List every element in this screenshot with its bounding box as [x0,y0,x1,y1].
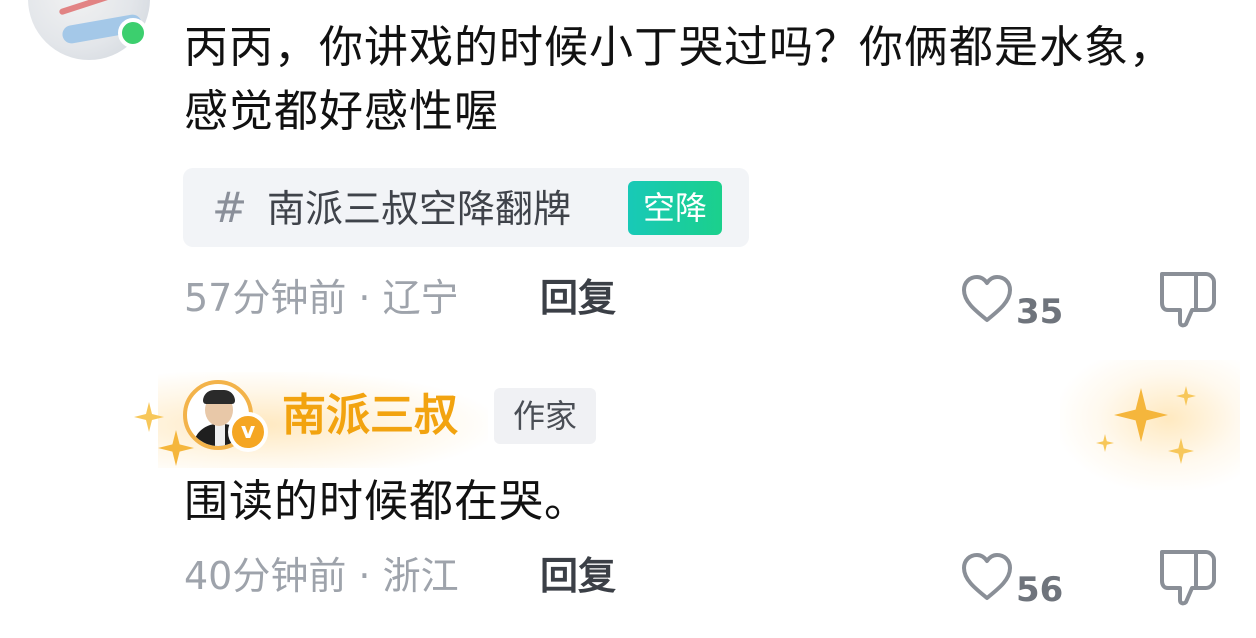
comment-text: 围读的时候都在哭。 [184,476,589,527]
sparkle-icon [1114,388,1168,442]
reply-button[interactable]: 回复 [540,549,616,603]
topic-label: 南派三叔空降翻牌 [267,187,572,231]
verified-badge-icon: v [228,412,268,452]
sparkle-icon [1176,386,1196,406]
like-count: 56 [1016,570,1064,610]
hashtag-icon: # [212,183,248,232]
online-status-dot [118,18,148,48]
heart-outline-icon[interactable] [958,550,1016,602]
sparkle-icon [134,402,164,432]
topic-badge: 空降 [628,181,722,235]
author-tag-badge: 作家 [494,388,596,444]
comment-time-location: 57分钟前 · 辽宁 [184,276,459,320]
comment-time-location: 40分钟前 · 浙江 [184,554,459,598]
reply-button[interactable]: 回复 [540,271,616,325]
heart-outline-icon[interactable] [958,272,1016,324]
like-count: 35 [1016,292,1064,332]
thumb-down-icon[interactable] [1156,546,1220,608]
author-name[interactable]: 南派三叔 [282,384,458,448]
sparkle-icon [1168,438,1194,464]
comment-text: 丙丙，你讲戏的时候小丁哭过吗？你俩都是水象，感觉都好感性喔 [184,22,1174,137]
sparkle-icon [1096,434,1114,452]
thumb-down-icon[interactable] [1156,268,1220,330]
